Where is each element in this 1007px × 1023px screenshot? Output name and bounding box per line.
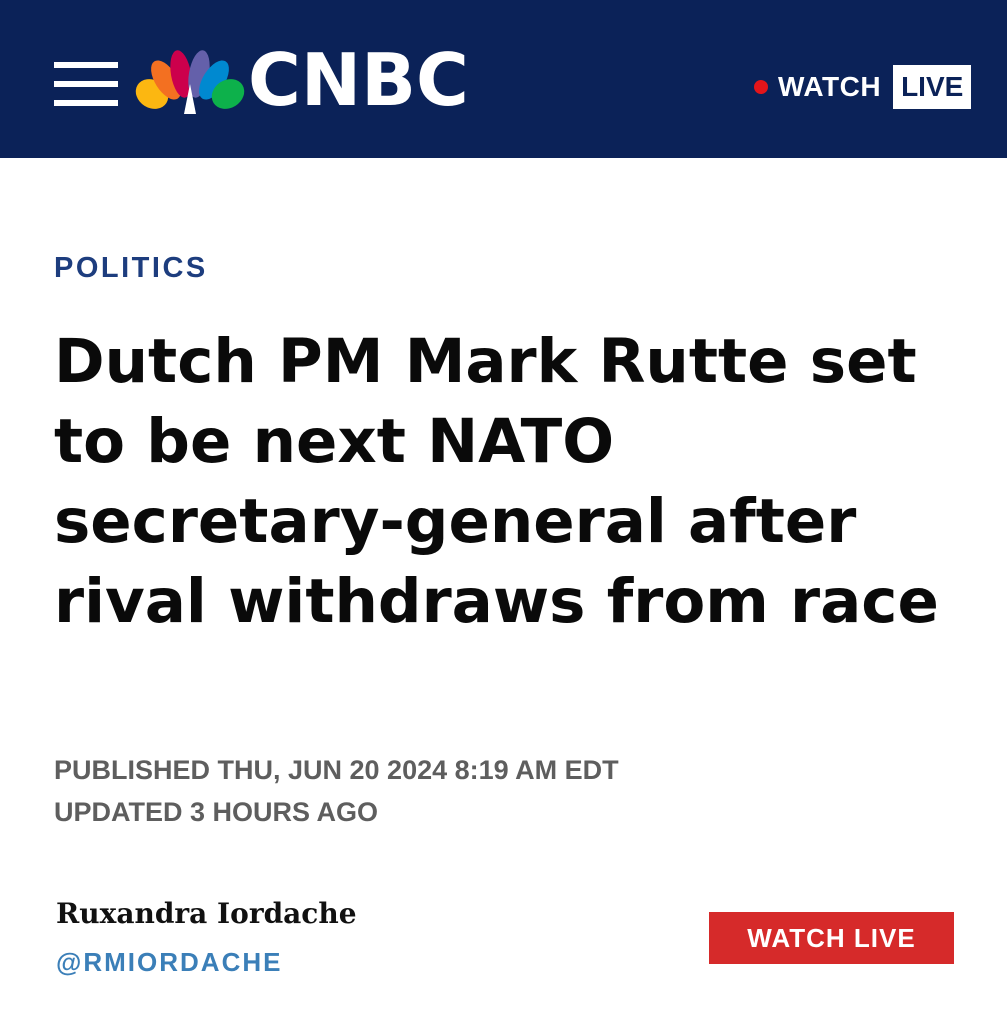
author-name[interactable]: Ruxandra Iordache	[56, 897, 357, 930]
published-timestamp: PUBLISHED THU, JUN 20 2024 8:19 AM EDT	[54, 755, 619, 785]
hamburger-menu-icon[interactable]	[54, 62, 118, 106]
section-label[interactable]: POLITICS	[54, 252, 208, 285]
site-header: CNBC WATCH LIVE	[0, 0, 1007, 158]
nbc-peacock-icon[interactable]	[134, 50, 246, 114]
watch-live-button[interactable]: WATCH LIVE	[709, 912, 954, 964]
menu-bar	[54, 62, 118, 68]
cnbc-logo-text[interactable]: CNBC	[248, 40, 469, 120]
red-dot-icon	[754, 80, 768, 94]
menu-bar	[54, 100, 118, 106]
author-handle[interactable]: @RMIORDACHE	[56, 947, 282, 978]
article-headline: Dutch PM Mark Rutte set to be next NATO …	[54, 326, 939, 637]
menu-bar	[54, 81, 118, 87]
live-badge: LIVE	[893, 65, 972, 109]
watch-live-header-link[interactable]: WATCH LIVE	[754, 64, 972, 110]
updated-timestamp: UPDATED 3 HOURS AGO	[54, 797, 379, 827]
watch-label: WATCH	[778, 71, 882, 102]
